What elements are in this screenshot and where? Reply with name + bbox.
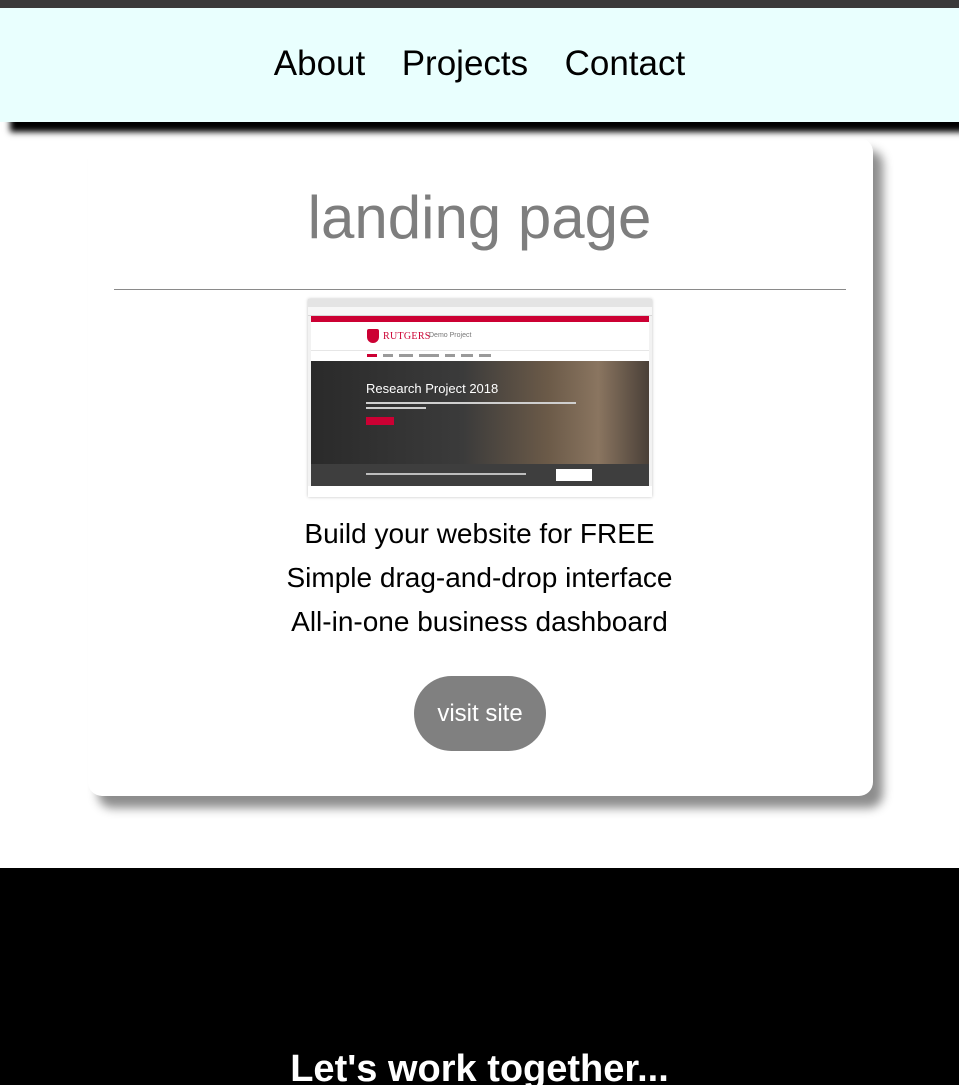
screenshot-hero-button bbox=[366, 417, 394, 425]
nav-link-projects[interactable]: Projects bbox=[402, 44, 528, 84]
screenshot-brand: RUTGERS bbox=[383, 331, 431, 342]
shield-icon bbox=[367, 329, 379, 343]
nav-link-about[interactable]: About bbox=[274, 44, 365, 84]
nav-link-contact[interactable]: Contact bbox=[565, 44, 686, 84]
top-strip bbox=[0, 0, 959, 8]
screenshot-menu bbox=[311, 350, 649, 361]
visit-site-button[interactable]: visit site bbox=[414, 676, 546, 751]
title-divider bbox=[114, 289, 846, 290]
feature-item: Simple drag-and-drop interface bbox=[286, 562, 673, 593]
nav-links: About Projects Contact bbox=[0, 44, 959, 84]
screenshot-browser-tabs bbox=[308, 299, 652, 307]
navbar: About Projects Contact bbox=[0, 8, 959, 122]
project-title: landing page bbox=[307, 184, 652, 251]
footer-heading: Let's work together... bbox=[290, 1048, 669, 1090]
feature-list: Build your website for FREE Simple drag-… bbox=[0, 512, 959, 644]
screenshot-hero-title: Research Project 2018 bbox=[366, 381, 499, 396]
screenshot-brand-sub: Demo Project bbox=[429, 332, 472, 339]
screenshot-header: RUTGERS Demo Project bbox=[311, 322, 649, 350]
screenshot-url-bar bbox=[308, 307, 652, 316]
screenshot-hero: Research Project 2018 bbox=[311, 361, 649, 464]
project-screenshot: RUTGERS Demo Project Research Project 20… bbox=[308, 299, 652, 497]
screenshot-bottom-bar bbox=[311, 464, 649, 486]
feature-item: Build your website for FREE bbox=[304, 518, 655, 549]
feature-item: All-in-one business dashboard bbox=[291, 606, 668, 637]
